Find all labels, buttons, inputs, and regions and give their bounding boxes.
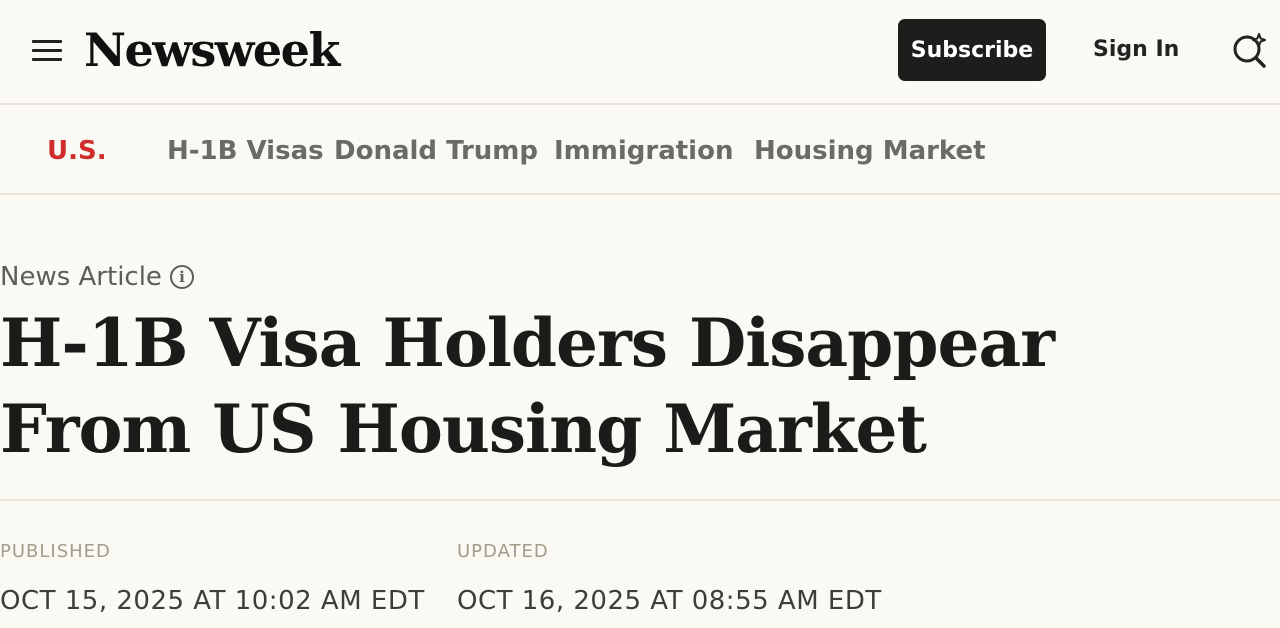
nav-item-h1b-visas[interactable]: H-1B Visas xyxy=(167,129,324,173)
divider xyxy=(0,499,1280,501)
sign-in-link[interactable]: Sign In xyxy=(1093,34,1179,66)
article-type-label: News Article xyxy=(0,262,162,292)
article-headline: H-1B Visa Holders Disappear From US Hous… xyxy=(0,304,1055,468)
nav-section-us[interactable]: U.S. xyxy=(47,129,107,173)
published-label: PUBLISHED xyxy=(0,541,111,562)
topic-nav: U.S. H-1B Visas Donald Trump Immigration… xyxy=(0,107,1280,195)
search-icon[interactable] xyxy=(1232,32,1268,68)
nav-item-immigration[interactable]: Immigration xyxy=(554,129,733,173)
nav-item-donald-trump[interactable]: Donald Trump xyxy=(334,129,538,173)
site-logo[interactable]: Newsweek xyxy=(84,22,340,78)
hamburger-menu-icon[interactable] xyxy=(32,38,62,62)
published-date: OCT 15, 2025 AT 10:02 AM EDT xyxy=(0,586,425,616)
updated-label: UPDATED xyxy=(457,541,549,562)
info-icon[interactable]: i xyxy=(169,265,194,289)
article-type: News Article i xyxy=(0,260,194,294)
nav-item-housing-market[interactable]: Housing Market xyxy=(754,129,986,173)
subscribe-button[interactable]: Subscribe xyxy=(898,19,1046,81)
updated-date: OCT 16, 2025 AT 08:55 AM EDT xyxy=(457,586,882,616)
page: Newsweek Subscribe Sign In U.S. H-1B Vis… xyxy=(0,0,1280,628)
site-header: Newsweek Subscribe Sign In xyxy=(0,0,1280,105)
